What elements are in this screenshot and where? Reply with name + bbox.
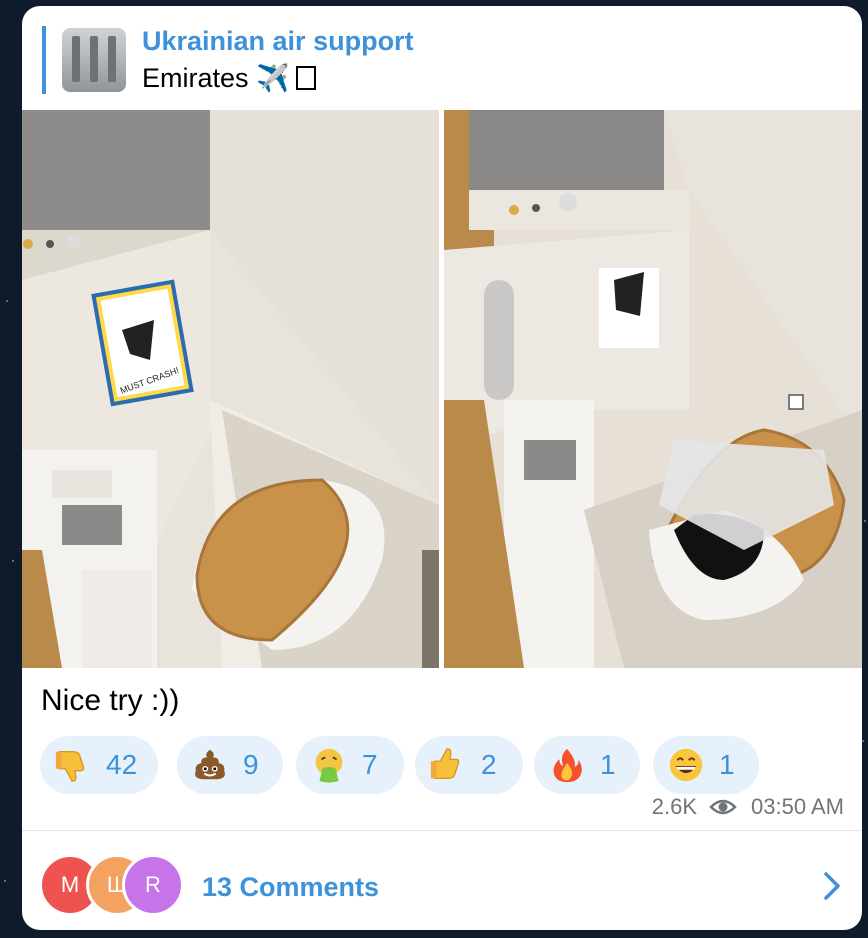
grinning-face-icon [669, 748, 703, 782]
reaction-count: 7 [362, 749, 378, 780]
avatar: R [122, 854, 184, 916]
reaction-count: 9 [243, 749, 259, 780]
reply-thumbnail [62, 28, 126, 92]
reaction-count: 42 [106, 749, 138, 780]
reply-preview[interactable]: Ukrainian air support Emirates ✈️ [42, 26, 542, 94]
reaction-count: 1 [600, 749, 616, 780]
photo-left[interactable]: MUST CRASH! [22, 110, 439, 668]
reaction-count: 1 [719, 749, 735, 780]
message-card: Ukrainian air support Emirates ✈️ MUST C… [22, 6, 862, 930]
reaction-thumbs-down[interactable]: 42 [40, 736, 158, 794]
comments-link[interactable]: 13 Comments [202, 872, 379, 903]
reaction-pile-of-poo[interactable]: 9 [177, 736, 283, 794]
message-time: 03:50 AM [751, 794, 844, 819]
pile-of-poo-icon [195, 749, 225, 780]
message-meta: 2.6K 03:50 AM [652, 794, 844, 820]
vomiting-face-icon [315, 748, 343, 783]
reaction-vomiting-face[interactable]: 7 [296, 736, 404, 794]
thumbs-up-icon [430, 748, 460, 780]
reaction-count: 2 [481, 749, 497, 780]
photo-right[interactable] [444, 110, 862, 668]
photo-album[interactable]: MUST CRASH! [22, 110, 862, 668]
message-caption: Nice try :)) [41, 684, 180, 717]
reaction-grinning-face[interactable]: 1 [653, 736, 759, 794]
fire-icon [553, 748, 582, 783]
comments-bar[interactable]: М Ш R 13 Comments [22, 832, 862, 930]
eye-icon [709, 799, 737, 815]
reply-channel-name: Ukrainian air support [142, 26, 414, 56]
thumbs-down-icon [55, 750, 85, 782]
view-count: 2.6K [651, 794, 698, 819]
chevron-right-icon[interactable] [822, 870, 842, 902]
reply-text: Emirates ✈️ [142, 62, 316, 94]
divider [22, 830, 862, 831]
reaction-fire[interactable]: 1 [534, 736, 640, 794]
reaction-thumbs-up[interactable]: 2 [415, 736, 523, 794]
